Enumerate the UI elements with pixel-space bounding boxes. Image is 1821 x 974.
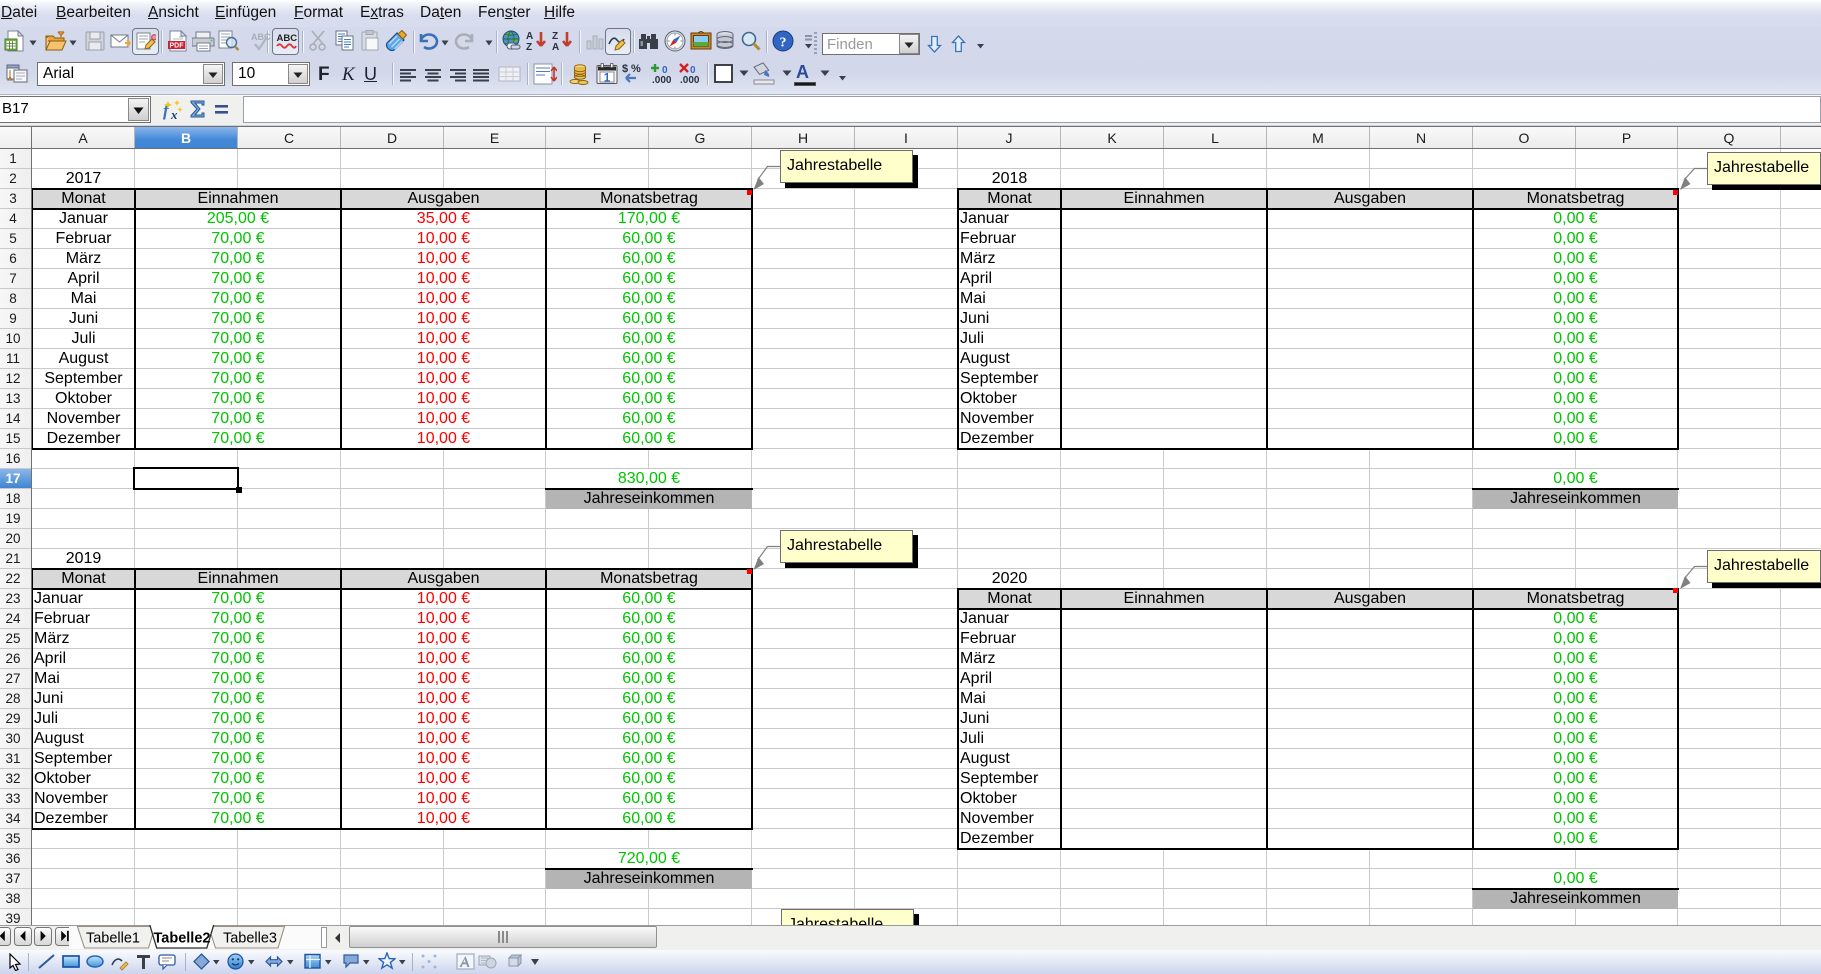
svg-text:PDF: PDF	[170, 43, 185, 50]
svg-text:Z: Z	[552, 31, 558, 42]
svg-text:Z: Z	[526, 42, 532, 52]
svg-text:A: A	[552, 42, 559, 52]
svg-text:?: ?	[780, 36, 787, 51]
svg-text:Tabelle1: Tabelle1	[86, 931, 140, 947]
svg-text:$: $	[622, 63, 628, 75]
svg-text:A: A	[526, 31, 533, 42]
svg-text:%: %	[631, 63, 641, 75]
svg-text:ABC: ABC	[277, 33, 298, 44]
svg-text:.000: .000	[680, 75, 700, 86]
svg-text:x: x	[170, 107, 178, 122]
svg-text:1: 1	[604, 73, 611, 85]
svg-text:.000: .000	[652, 75, 672, 86]
svg-text:Tabelle3: Tabelle3	[223, 931, 277, 947]
svg-text:Tabelle2: Tabelle2	[154, 931, 211, 947]
svg-text:ABC: ABC	[251, 32, 271, 42]
